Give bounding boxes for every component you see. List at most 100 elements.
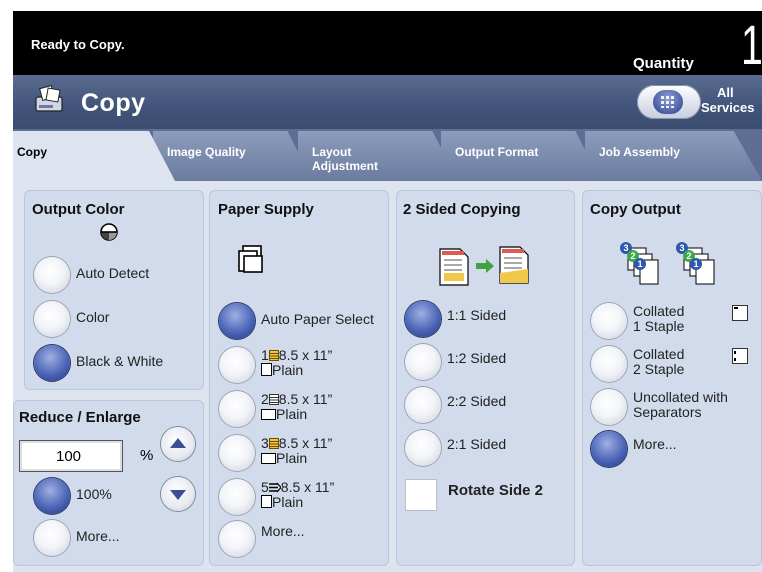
radio-uncollated-separators[interactable] — [591, 389, 627, 425]
radio-paper-more[interactable] — [219, 521, 255, 557]
radio-auto-paper[interactable] — [219, 303, 255, 339]
copy-output-title: Copy Output — [590, 201, 681, 218]
svg-text:1: 1 — [637, 259, 642, 269]
tab-image-quality-label: Image Quality — [167, 145, 246, 159]
tab-layout-label-2: Adjustment — [312, 159, 378, 173]
sided-1-2-label: 1:2 Sided — [447, 350, 507, 366]
tray-full-icon — [268, 350, 279, 361]
uncollated-label: Uncollated with Separators — [633, 390, 728, 420]
tab-layout-adjustment[interactable]: Layout Adjustment — [298, 131, 458, 181]
copy-app-icon — [35, 85, 63, 112]
rotate-side-2-label: Rotate Side 2 — [448, 482, 544, 499]
tab-output-format[interactable]: Output Format — [441, 131, 601, 181]
tray-partial-icon — [268, 394, 279, 405]
staple-1-icon — [732, 305, 748, 321]
tray-5-label: 5 8.5 x 11” Plain — [261, 480, 334, 510]
reduce-enlarge-title: Reduce / Enlarge — [19, 409, 141, 426]
radio-auto-detect[interactable] — [34, 257, 70, 293]
tab-job-assembly[interactable]: Job Assembly — [585, 131, 762, 181]
auto-detect-label: Auto Detect — [76, 265, 150, 281]
radio-tray-3[interactable] — [219, 435, 255, 471]
increase-button[interactable] — [161, 427, 195, 461]
tab-layout-label-1: Layout — [312, 145, 352, 159]
rotate-side-2-checkbox[interactable] — [405, 479, 437, 511]
two-sided-title: 2 Sided Copying — [403, 201, 521, 218]
radio-tray-5[interactable] — [219, 479, 255, 515]
auto-paper-label: Auto Paper Select — [261, 311, 374, 327]
tray-3-type: Plain — [276, 450, 308, 466]
collated-2-line1: Collated — [633, 346, 685, 362]
radio-color[interactable] — [34, 301, 70, 337]
app-header: Copy All Services — [13, 75, 762, 129]
status-message: Ready to Copy. — [31, 37, 125, 52]
output-color-title: Output Color — [32, 201, 125, 218]
collated-1-line2: 1 Staple — [633, 318, 685, 334]
all-services-line1: All — [717, 85, 734, 100]
tab-image-quality[interactable]: Image Quality — [153, 131, 313, 181]
sided-2-2-label: 2:2 Sided — [447, 393, 507, 409]
radio-100-percent[interactable] — [34, 478, 70, 514]
sided-1-1-label: 1:1 Sided — [447, 307, 507, 323]
tray-1-type: Plain — [272, 362, 304, 378]
bypass-tray-icon — [268, 482, 281, 493]
radio-black-white[interactable] — [34, 345, 70, 381]
collated-2-staple-label: Collated 2 Staple — [633, 347, 684, 377]
all-services-button[interactable] — [637, 85, 701, 119]
black-white-label: Black & White — [76, 353, 164, 369]
tab-job-assembly-label: Job Assembly — [599, 145, 680, 159]
decrease-button[interactable] — [161, 477, 195, 511]
quantity-value[interactable]: 1 — [741, 15, 762, 75]
tab-strip: Copy Image Quality Layout Adjustment Out… — [13, 129, 762, 181]
radio-tray-1[interactable] — [219, 347, 255, 383]
uncollated-line1: Uncollated with — [633, 389, 728, 405]
all-services-icon — [653, 90, 683, 114]
collated-2-line2: 2 Staple — [633, 361, 685, 377]
two-sided-copy-icon — [439, 246, 529, 286]
arrow-up-icon — [170, 438, 186, 448]
radio-output-more[interactable] — [591, 431, 627, 467]
tab-copy[interactable]: Copy — [13, 131, 175, 181]
sided-2-1-label: 2:1 Sided — [447, 436, 507, 452]
tray-1-size: 8.5 x 11” — [278, 347, 333, 363]
radio-collated-2-staple[interactable] — [591, 346, 627, 382]
reduce-more-label: More... — [76, 528, 120, 544]
paper-supply-title: Paper Supply — [218, 201, 314, 218]
paper-tray-icon — [238, 245, 263, 273]
paper-portrait-icon — [261, 495, 272, 508]
collated-1-line1: Collated — [633, 303, 685, 319]
radio-2-1-sided[interactable] — [405, 430, 441, 466]
all-services-line2: Services — [701, 100, 755, 115]
radio-tray-2[interactable] — [219, 391, 255, 427]
tab-output-format-label: Output Format — [455, 145, 539, 159]
paper-more-label: More... — [261, 523, 305, 539]
tray-3-number: 3 — [261, 435, 269, 451]
paper-landscape-icon — [261, 409, 276, 420]
tab-copy-label: Copy — [17, 145, 47, 159]
uncollated-line2: Separators — [633, 404, 702, 420]
radio-reduce-more[interactable] — [34, 520, 70, 556]
reduce-enlarge-input[interactable]: 100 — [19, 440, 123, 472]
radio-collated-1-staple[interactable] — [591, 303, 627, 339]
paper-portrait-icon — [261, 363, 272, 376]
svg-text:1: 1 — [693, 259, 698, 269]
tray-2-label: 2 8.5 x 11” Plain — [261, 392, 332, 422]
tray-3-size: 8.5 x 11” — [278, 435, 333, 451]
reduce-100-label: 100% — [76, 486, 112, 502]
app-title: Copy — [81, 89, 146, 117]
paper-landscape-icon — [261, 453, 276, 464]
tray-1-label: 1 8.5 x 11” Plain — [261, 348, 332, 378]
color-mode-icon — [100, 223, 118, 241]
radio-2-2-sided[interactable] — [405, 387, 441, 423]
radio-1-1-sided[interactable] — [405, 301, 441, 337]
tray-5-size: 8.5 x 11” — [280, 479, 335, 495]
tray-2-size: 8.5 x 11” — [278, 391, 333, 407]
status-bar: Ready to Copy. Quantity 1 — [13, 11, 762, 75]
tray-1-number: 1 — [261, 347, 269, 363]
tray-full-icon — [268, 438, 279, 449]
svg-text:2: 2 — [630, 251, 635, 261]
all-services-label[interactable]: All Services — [701, 85, 755, 115]
collated-sets-icon: 3 2 1 3 2 1 — [620, 242, 715, 285]
collated-1-staple-label: Collated 1 Staple — [633, 304, 684, 334]
tray-2-type: Plain — [276, 406, 308, 422]
radio-1-2-sided[interactable] — [405, 344, 441, 380]
